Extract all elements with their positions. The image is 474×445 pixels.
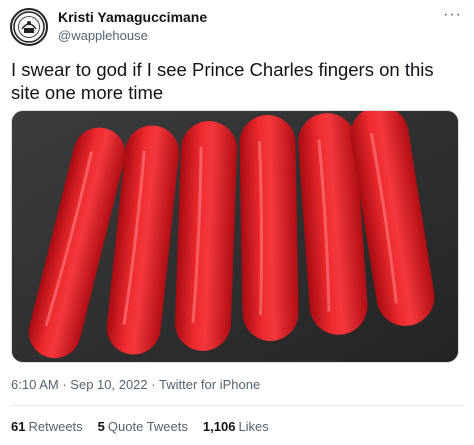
likes-label: Likes (238, 419, 269, 434)
likes-count: 1,106 (202, 419, 236, 434)
retweets-stat[interactable]: 61 Retweets (11, 419, 83, 434)
tweet-meta: 6:10 AM · Sep 10, 2022 · Twitter for iPh… (11, 377, 260, 392)
divider (11, 405, 463, 406)
meta-separator: · (151, 377, 156, 392)
sausages-photo (12, 111, 458, 362)
tweet-text: I swear to god if I see Prince Charles f… (11, 59, 434, 103)
tweet-stats: 61 Retweets 5 Quote Tweets 1,106 Likes (11, 419, 269, 434)
tweet-time[interactable]: 6:10 AM (11, 377, 59, 392)
likes-stat[interactable]: 1,106 Likes (203, 419, 269, 434)
tweet-source[interactable]: Twitter for iPhone (159, 377, 260, 392)
meta-separator: · (62, 377, 67, 392)
sausage-4 (239, 114, 299, 341)
retweets-count: 61 (11, 419, 26, 434)
sausage-3 (174, 121, 238, 351)
tweet-media-image[interactable] (11, 110, 459, 363)
more-horizontal-icon[interactable]: ··· (443, 6, 462, 24)
retweets-label: Retweets (28, 419, 83, 434)
quote-tweets-stat[interactable]: 5 Quote Tweets (98, 419, 188, 434)
quote-tweets-count: 5 (97, 419, 105, 434)
author-name[interactable]: Kristi Yamaguccimane (58, 9, 207, 25)
tweet-date[interactable]: Sep 10, 2022 (70, 377, 147, 392)
avatar[interactable] (10, 8, 48, 46)
author-handle[interactable]: @wapplehouse (58, 28, 148, 43)
waffle-house-logo (13, 11, 45, 43)
quote-tweets-label: Quote Tweets (107, 419, 188, 434)
